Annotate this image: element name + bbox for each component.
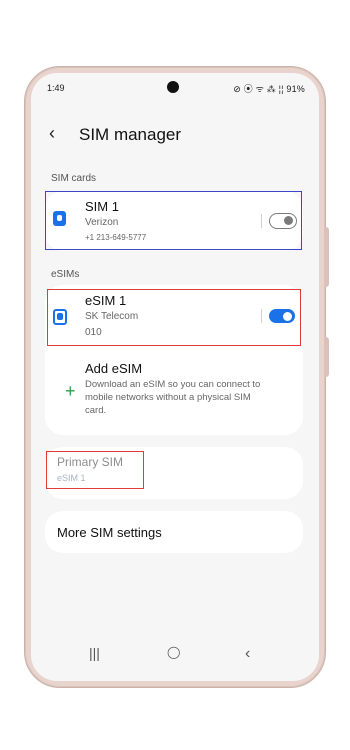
app-header: ‹ SIM manager [31,121,319,151]
status-time: 1:49 [47,83,65,93]
power-button [325,337,329,377]
plus-icon: + [65,381,76,401]
section-label-esims: eSIMs [51,269,80,280]
add-esim-row[interactable]: + Add eSIM Download an eSIM so you can c… [45,357,303,427]
status-bar: 1:49 ⊘ ⦿ ᯤ ⁂ ¦¦ 91% [31,73,319,97]
highlight-box-red-esim [47,289,301,346]
section-label-sim-cards: SIM cards [51,173,97,184]
home-icon[interactable]: ◯ [167,645,180,659]
navigation-bar: ||| ◯ ‹ [31,645,319,669]
volume-button [325,227,329,287]
status-icons: ⊘ ⦿ ᯤ ⁂ ¦¦ 91% [233,84,305,94]
screen: 1:49 ⊘ ⦿ ᯤ ⁂ ¦¦ 91% ‹ SIM manager SIM ca… [31,73,319,681]
add-esim-title: Add eSIM [85,361,143,376]
page-title: SIM manager [79,125,182,144]
back-nav-icon[interactable]: ‹ [245,645,250,663]
add-esim-desc-1: Download an eSIM so you can connect to [85,379,261,390]
front-camera [167,81,179,93]
back-icon[interactable]: ‹ [49,123,55,144]
more-sim-settings-label: More SIM settings [57,525,162,540]
highlight-box-blue [45,191,302,250]
phone-frame: 1:49 ⊘ ⦿ ᯤ ⁂ ¦¦ 91% ‹ SIM manager SIM ca… [24,66,329,688]
highlight-box-red-primary [46,451,144,489]
recents-icon[interactable]: ||| [89,645,100,661]
add-esim-desc-3: card. [85,405,107,416]
add-esim-desc-2: mobile networks without a physical SIM [85,392,251,403]
